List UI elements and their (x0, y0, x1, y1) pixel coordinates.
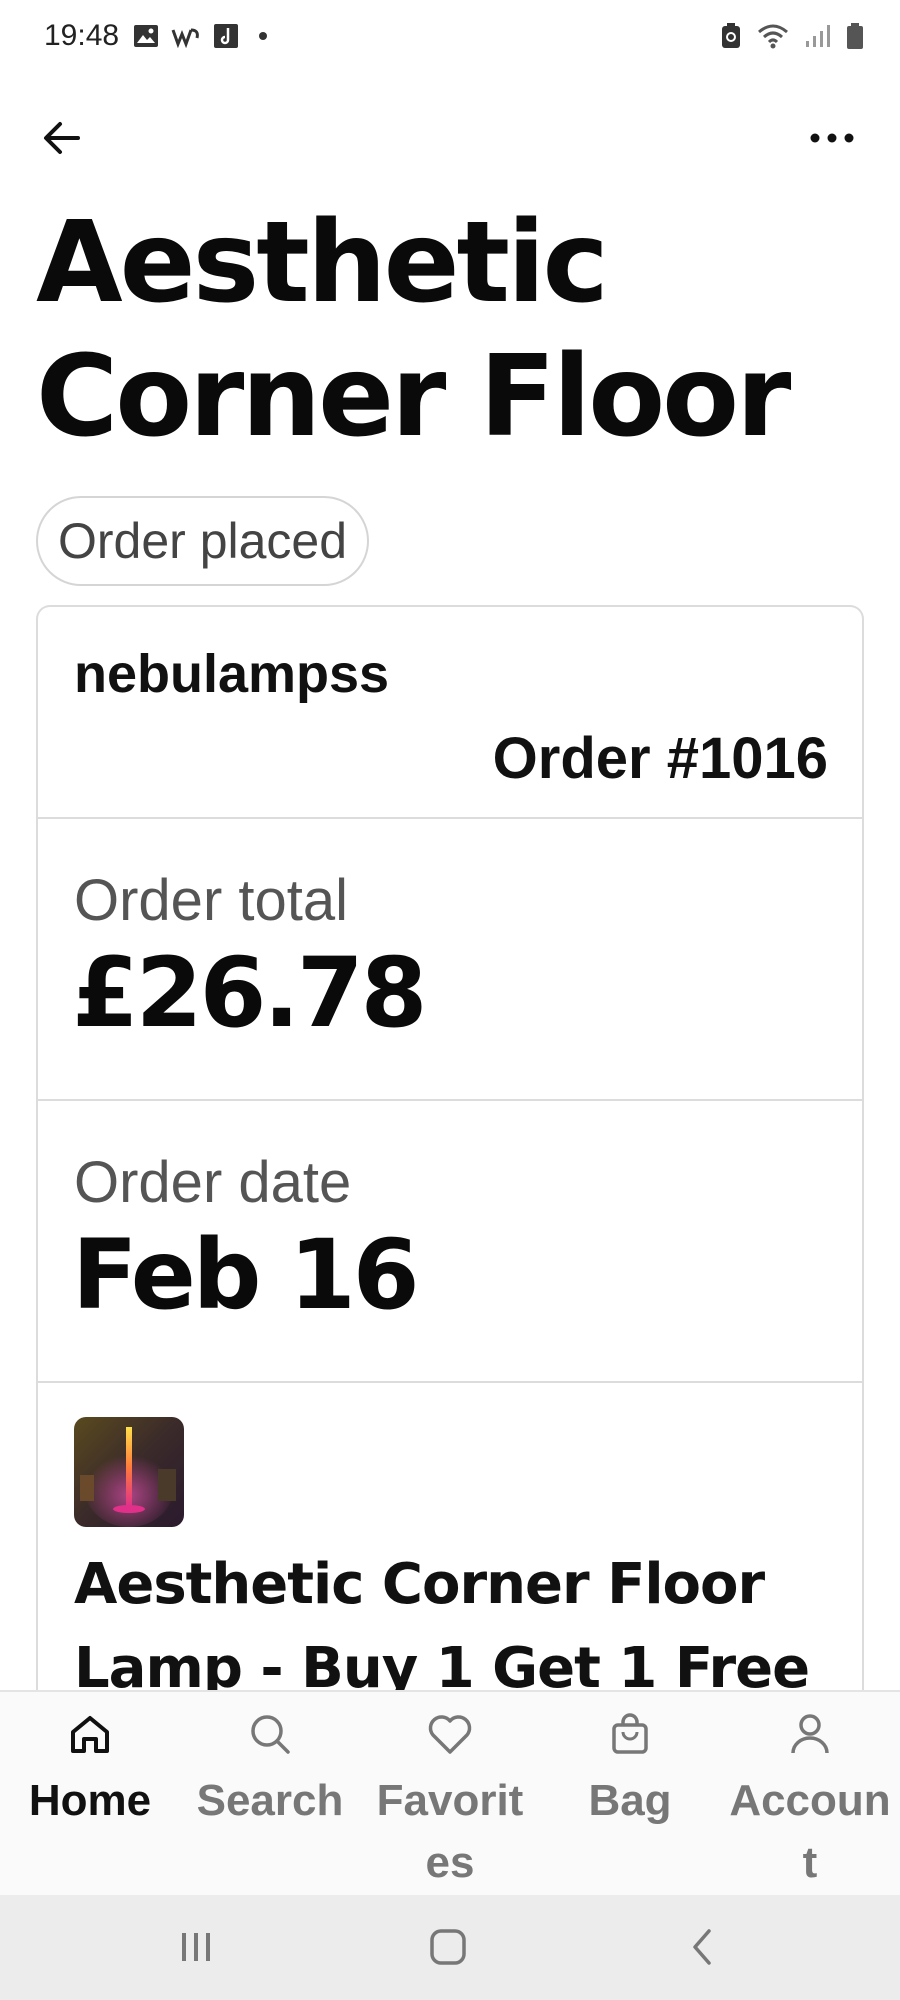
wifi-icon (758, 24, 788, 49)
order-card: nebulampss Order #1016 Order total £26.7… (36, 605, 864, 1690)
notification-icons (133, 23, 268, 49)
app-w-icon (171, 28, 199, 48)
bottom-navigation: Home Search Favorites Bag Account (0, 1690, 900, 1895)
arrow-left-icon (44, 122, 80, 154)
floor-lamp-image (74, 1417, 184, 1527)
bag-icon (604, 1708, 656, 1760)
home-icon (64, 1708, 116, 1760)
search-icon (244, 1708, 296, 1760)
nav-search[interactable]: Search (180, 1692, 360, 1895)
music-icon (214, 24, 239, 48)
gallery-icon (134, 25, 159, 47)
order-total-value: £26.78 (72, 937, 427, 1049)
order-status-badge: Order placed (36, 496, 370, 586)
more-options-button[interactable] (800, 112, 864, 164)
order-number: Order #1016 (492, 726, 828, 791)
order-date-value: Feb 16 (72, 1219, 420, 1331)
system-navigation-bar (0, 1895, 900, 2000)
nav-bag-label: Bag (588, 1776, 672, 1825)
order-total-section: Order total £26.78 (38, 819, 862, 1101)
chevron-left-icon (693, 1929, 711, 1965)
heart-icon (424, 1708, 476, 1760)
nav-bag[interactable]: Bag (540, 1692, 720, 1895)
shop-name[interactable]: nebulampss (74, 643, 389, 705)
nav-favorites-label: Favorites (376, 1776, 524, 1887)
battery-saver-icon (722, 23, 740, 48)
system-status-icons (720, 22, 864, 50)
product-title[interactable]: Aesthetic Corner Floor Lamp - Buy 1 Get … (74, 1543, 834, 1690)
page-title: Aesthetic Corner Floor L.. (36, 198, 791, 462)
account-icon (784, 1708, 836, 1760)
order-item[interactable]: Aesthetic Corner Floor Lamp - Buy 1 Get … (38, 1383, 862, 1690)
order-date-section: Order date Feb 16 (38, 1101, 862, 1383)
back-button[interactable] (36, 112, 88, 164)
more-horizontal-icon (810, 133, 854, 143)
product-thumbnail[interactable] (74, 1417, 184, 1527)
recent-apps-icon (182, 1933, 210, 1961)
home-system-button[interactable] (418, 1921, 478, 1973)
order-date-label: Order date (74, 1150, 352, 1215)
recent-apps-button[interactable] (166, 1921, 226, 1973)
status-bar: 19:48 (0, 0, 900, 72)
home-square-icon (430, 1929, 466, 1965)
nav-search-label: Search (196, 1776, 344, 1825)
nav-favorites[interactable]: Favorites (360, 1692, 540, 1895)
status-time: 19:48 (44, 19, 120, 52)
back-system-button[interactable] (672, 1921, 732, 1973)
shop-section: nebulampss Order #1016 (38, 607, 862, 819)
nav-account-label: Account (729, 1776, 891, 1887)
nav-home[interactable]: Home (0, 1692, 180, 1895)
signal-icon (806, 25, 830, 47)
nav-home-label: Home (28, 1776, 152, 1825)
order-total-label: Order total (74, 868, 348, 933)
nav-account[interactable]: Account (720, 1692, 900, 1895)
app-header (0, 100, 900, 180)
more-notifications-dot (259, 32, 268, 40)
battery-icon (847, 23, 863, 49)
